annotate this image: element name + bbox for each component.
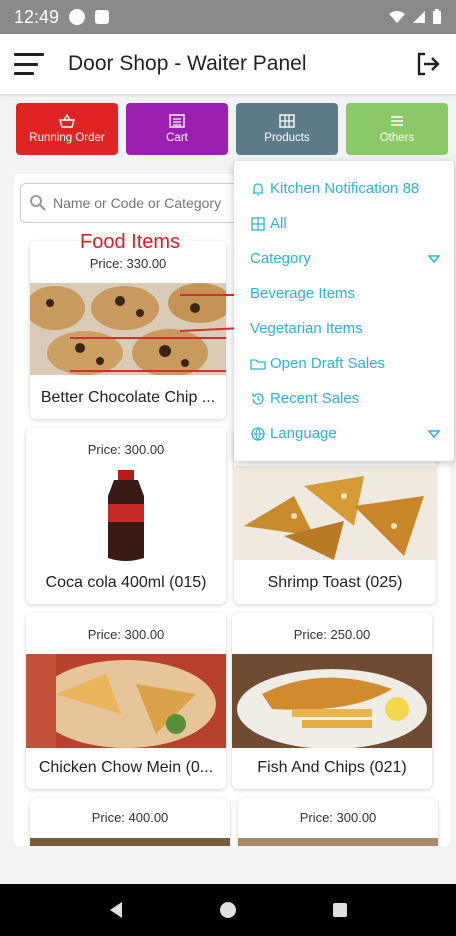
- product-name: Coca cola 400ml (015): [45, 574, 207, 591]
- menu-item-label: All: [270, 215, 287, 232]
- folder-icon: [250, 358, 266, 370]
- product-image: [238, 838, 438, 846]
- history-icon: [252, 392, 264, 405]
- product-name: Chicken Chow Mein (0...: [38, 759, 214, 776]
- menu-item-vegetarian[interactable]: Vegetarian Items: [234, 311, 454, 346]
- menu-item-kitchen-notification[interactable]: Kitchen Notification 88: [234, 171, 454, 206]
- chevron-down-icon: [428, 254, 440, 263]
- grid-icon: [279, 114, 295, 128]
- menu-item-open-draft-sales[interactable]: Open Draft Sales: [234, 346, 454, 381]
- product-card[interactable]: Price: 300.00 Coca cola 400ml (015): [26, 428, 226, 604]
- menu-item-recent-sales[interactable]: Recent Sales: [234, 381, 454, 416]
- menu-item-category[interactable]: Category: [234, 241, 454, 276]
- product-name: Better Chocolate Chip ...: [40, 389, 216, 406]
- product-name: Fish And Chips (021): [257, 759, 407, 776]
- status-time: 12:49: [14, 6, 60, 27]
- signal-icon: [413, 11, 425, 23]
- menu-item-label: Open Draft Sales: [270, 355, 386, 372]
- tab-others[interactable]: Others: [346, 103, 448, 155]
- sd-card-icon: [95, 10, 110, 24]
- system-nav-bar: [0, 884, 456, 936]
- product-price: Price: 300.00: [87, 627, 165, 642]
- menu-item-label: Language: [270, 425, 337, 442]
- product-card[interactable]: Price: 250.00 Fish And Chips (021): [232, 613, 432, 789]
- grid-icon: [251, 216, 265, 231]
- tab-products[interactable]: Products: [236, 103, 338, 155]
- logout-icon[interactable]: [414, 50, 442, 78]
- product-card[interactable]: Price: 300.00 Chicken Chow Mein (0...: [26, 613, 226, 789]
- search-icon: [30, 195, 46, 211]
- product-price: Price: 400.00: [91, 810, 169, 825]
- wifi-icon: [389, 11, 405, 23]
- bell-icon: [253, 182, 263, 196]
- chevron-down-icon: [428, 429, 440, 438]
- app-notification-icon: [69, 9, 86, 25]
- basket-icon: [59, 114, 75, 128]
- others-dropdown-menu: Kitchen Notification 88 All Category Bev…: [234, 161, 454, 461]
- menu-item-all[interactable]: All: [234, 206, 454, 241]
- tab-running-order[interactable]: Running Order: [16, 103, 118, 155]
- back-icon[interactable]: [108, 901, 124, 919]
- search-input[interactable]: [53, 195, 243, 211]
- tab-cart[interactable]: Cart: [126, 103, 228, 155]
- recents-icon[interactable]: [332, 902, 348, 918]
- globe-icon: [251, 426, 265, 441]
- tab-label: Others: [379, 132, 415, 144]
- menu-item-language[interactable]: Language: [234, 416, 454, 451]
- tab-label: Cart: [166, 132, 188, 144]
- product-price: Price: 330.00: [89, 256, 167, 271]
- page-title: Door Shop - Waiter Panel: [68, 52, 307, 75]
- top-tabs: Running Order Cart Products Others: [16, 103, 448, 155]
- menu-item-label: Vegetarian Items: [250, 320, 363, 337]
- product-price: Price: 300.00: [299, 810, 377, 825]
- product-image: [234, 466, 436, 560]
- search-box[interactable]: [20, 183, 250, 223]
- product-name: Shrimp Toast (025): [267, 574, 403, 591]
- menu-item-label: Beverage Items: [250, 285, 356, 302]
- product-image: [232, 654, 432, 748]
- product-image: [26, 466, 226, 566]
- tab-label: Products: [264, 132, 310, 144]
- status-bar: 12:49: [0, 0, 456, 34]
- product-image: [26, 654, 226, 748]
- product-price: Price: 250.00: [293, 627, 371, 642]
- list-icon: [169, 114, 185, 128]
- menu-icon[interactable]: [14, 53, 44, 75]
- tab-label: Running Order: [29, 132, 105, 144]
- menu-item-label: Recent Sales: [270, 390, 360, 407]
- product-image: [30, 838, 230, 846]
- product-price: Price: 300.00: [87, 442, 165, 457]
- menu-item-label: Kitchen Notification 88: [270, 180, 420, 197]
- product-card[interactable]: Price: 400.00: [30, 798, 230, 846]
- menu-item-beverage[interactable]: Beverage Items: [234, 276, 454, 311]
- menu-item-label: Category: [250, 250, 311, 267]
- product-card[interactable]: Price: 300.00: [238, 798, 438, 846]
- app-bar: Door Shop - Waiter Panel: [0, 34, 456, 94]
- menu-icon: [391, 116, 403, 126]
- food-items-annotation: Food Items: [80, 231, 181, 253]
- home-icon[interactable]: [219, 901, 237, 919]
- battery-icon: [433, 9, 441, 24]
